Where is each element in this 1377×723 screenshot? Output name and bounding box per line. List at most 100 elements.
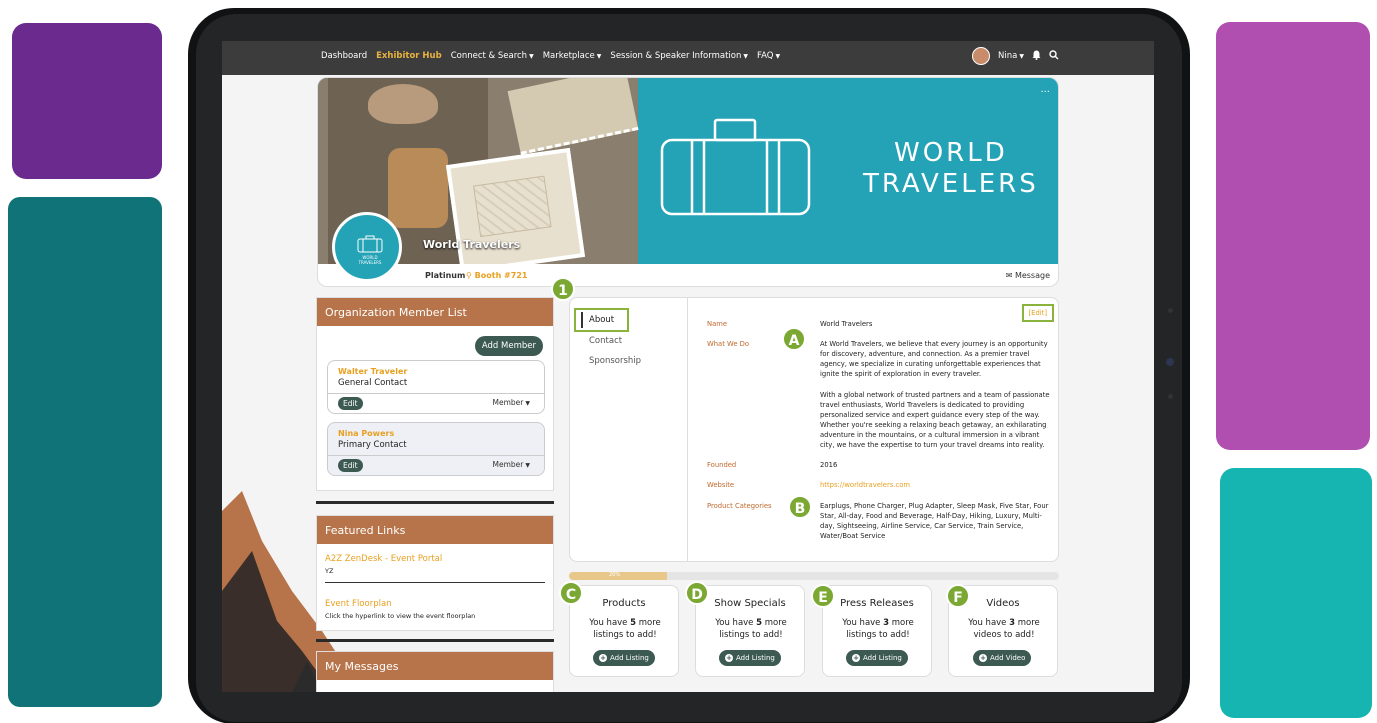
active-tab-marker: [581, 312, 583, 328]
booth-link[interactable]: ⚲ Booth #721: [466, 271, 527, 280]
member-name[interactable]: Walter Traveler: [338, 367, 407, 376]
chevron-down-icon: ▼: [525, 400, 530, 407]
nav-item-dashboard[interactable]: Dashboard: [321, 51, 367, 61]
member-name[interactable]: Nina Powers: [338, 429, 394, 438]
about-side-nav: About Contact Sponsorship: [570, 298, 688, 561]
field-label-website: Website: [707, 481, 735, 489]
nav-item-session-speaker[interactable]: Session & Speaker Information ▼: [610, 51, 748, 61]
press-releases-card: Press Releases You have 3 more listings …: [822, 585, 932, 677]
field-value-founded: 2016: [820, 461, 838, 469]
field-value-categories: Earplugs, Phone Charger, Plug Adapter, S…: [820, 502, 1049, 540]
nav-label: Marketplace: [542, 51, 595, 61]
card-title: Press Releases: [840, 598, 914, 609]
member-type-dropdown[interactable]: Member ▼: [493, 460, 530, 469]
user-menu[interactable]: Nina ▼: [998, 51, 1024, 61]
button-label: Add Listing: [736, 654, 775, 662]
backpack-shape: [388, 148, 448, 228]
panel-title: Featured Links: [317, 516, 553, 544]
products-card: Products You have 5 more listings to add…: [569, 585, 679, 677]
add-listing-button[interactable]: + Add Listing: [846, 650, 908, 666]
show-specials-card: Show Specials You have 5 more listings t…: [695, 585, 805, 677]
suitcase-icon: [357, 235, 383, 253]
member-actions: Edit Member ▼: [328, 393, 544, 413]
member-card: Nina Powers Primary Contact Edit Member ▼: [327, 422, 545, 476]
edit-member-button[interactable]: Edit: [338, 459, 363, 472]
banner-footer: Platinum ⚲ Booth #721 ✉ Message: [318, 264, 1058, 286]
panel-divider: [316, 639, 554, 642]
featured-links-panel: Featured Links A2Z ZenDesk - Event Porta…: [316, 515, 554, 631]
tablet-sensor: [1168, 394, 1173, 399]
nav-item-connect-search[interactable]: Connect & Search ▼: [451, 51, 534, 61]
add-member-button[interactable]: Add Member: [474, 336, 543, 356]
panel-title: Organization Member List: [317, 298, 553, 326]
chevron-down-icon: ▼: [525, 462, 530, 469]
nav-label: FAQ: [757, 51, 774, 61]
tab-sponsorship[interactable]: Sponsorship: [589, 356, 641, 366]
card-text: You have 5 more listings to add!: [580, 617, 670, 641]
banner-image: WORLD TRAVELERS ...: [318, 78, 1058, 264]
tab-contact[interactable]: Contact: [589, 336, 622, 346]
card-text: You have 3 more videos to add!: [959, 617, 1049, 641]
envelope-icon: ✉: [1005, 271, 1013, 280]
featured-link-description: YZ: [325, 567, 334, 575]
plus-icon: +: [725, 654, 733, 662]
card-text-pre: You have: [968, 618, 1010, 628]
suitcase-icon: [660, 118, 811, 216]
button-label: Add Listing: [863, 654, 902, 662]
callout-badge-c: C: [559, 581, 583, 605]
member-type-label: Member: [492, 398, 524, 407]
booth-label: Booth #721: [474, 271, 528, 280]
featured-link-description: Click the hyperlink to view the event fl…: [325, 612, 476, 620]
member-role: Primary Contact: [338, 440, 407, 450]
brand-line-1: WORLD: [893, 138, 1008, 168]
tablet-sensor: [1168, 308, 1173, 313]
nav-item-exhibitor-hub[interactable]: Exhibitor Hub: [376, 51, 442, 61]
decor-magenta-block: [1216, 22, 1370, 450]
decor-cyan-block: [1220, 468, 1372, 718]
search-icon[interactable]: [1049, 49, 1059, 63]
exhibitor-banner-card: WORLD TRAVELERS ... WORLD TRAVELERS Worl…: [317, 77, 1059, 287]
nav-item-faq[interactable]: FAQ ▼: [757, 51, 780, 61]
chevron-down-icon: ▼: [596, 53, 602, 60]
callout-badge-b: B: [788, 495, 812, 519]
featured-link[interactable]: A2Z ZenDesk - Event Portal: [325, 554, 442, 564]
chevron-down-icon: ▼: [1019, 53, 1024, 60]
hat-shape: [368, 84, 438, 124]
message-label: Message: [1014, 271, 1050, 280]
stamps-photo: [507, 78, 639, 155]
more-options-icon[interactable]: ...: [1040, 84, 1050, 95]
field-label-name: Name: [707, 320, 728, 328]
tab-about[interactable]: About: [589, 315, 614, 325]
card-text: You have 3 more listings to add!: [833, 617, 923, 641]
field-label-founded: Founded: [707, 461, 737, 469]
plus-icon: +: [979, 654, 987, 662]
featured-link[interactable]: Event Floorplan: [325, 599, 392, 609]
brand-line-2: TRAVELERS: [863, 169, 1039, 199]
add-listing-button[interactable]: + Add Listing: [593, 650, 655, 666]
card-text-pre: You have: [589, 618, 631, 628]
tablet-camera: [1166, 358, 1174, 366]
member-type-dropdown[interactable]: Member ▼: [493, 398, 530, 407]
field-label-categories: Product Categories: [707, 502, 772, 510]
nav-item-marketplace[interactable]: Marketplace ▼: [543, 51, 602, 61]
brand-wordmark: WORLD TRAVELERS: [863, 138, 1039, 200]
panel-title: My Messages: [317, 652, 553, 680]
callout-badge-1: 1: [551, 277, 575, 301]
card-text: You have 5 more listings to add!: [706, 617, 796, 641]
edit-member-button[interactable]: Edit: [338, 397, 363, 410]
avatar[interactable]: [972, 47, 990, 65]
nav-label: Dashboard: [321, 51, 368, 61]
nav-user-area: Nina ▼: [972, 47, 1059, 65]
callout-badge-a: A: [782, 327, 806, 351]
add-listing-button[interactable]: + Add Listing: [719, 650, 781, 666]
bell-icon[interactable]: [1032, 50, 1041, 63]
decor-purple-block: [12, 23, 162, 179]
add-video-button[interactable]: + Add Video: [973, 650, 1032, 666]
company-name: World Travelers: [423, 238, 521, 251]
message-button[interactable]: ✉ Message: [1006, 271, 1050, 280]
member-actions: Edit Member ▼: [328, 455, 544, 475]
website-link[interactable]: https://worldtravelers.com: [820, 480, 1050, 490]
card-title: Products: [602, 598, 646, 609]
field-label-what-we-do: What We Do: [707, 340, 750, 348]
field-value-what-we-do-more: With a global network of trusted partner…: [820, 391, 1050, 449]
